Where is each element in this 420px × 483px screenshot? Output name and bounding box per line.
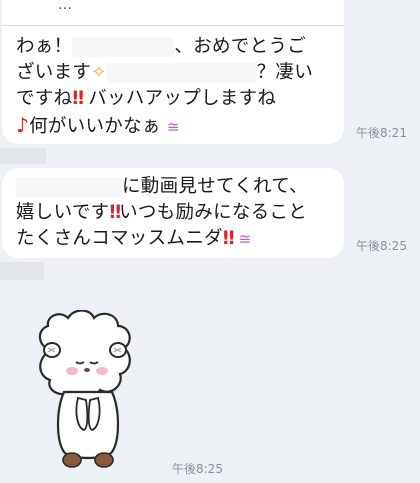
message-text-segment: バッハアップしますね [82,88,277,109]
message-text-segment: ですね [16,88,73,109]
smile-face-icon: ≅ [166,118,180,136]
message-bubble[interactable]: に動画見せてくれて、 嬉しいです‼いつも励みになること たくさんコマッスムニダ‼… [2,168,344,258]
quoted-message-preview[interactable]: … [2,0,344,26]
message-line: わぁ！ 、おめでとうご [16,34,313,60]
message-line: ですね‼ バッハアップしますね [16,86,313,112]
double-exclamation-icon: ‼ [72,88,84,109]
music-note-icon: ♪ [16,113,30,137]
message-bubble[interactable]: … わぁ！ 、おめでとうご ざいます✧ ？凄い ですね‼ バッハアップしますね ♪何… [2,0,344,144]
redacted-text [72,37,175,57]
message-timestamp: 午後8:25 [172,462,223,476]
sparkles-icon: ✧ [91,62,107,83]
message-text-segment: たくさんコマッスムニダ [16,228,223,249]
message-text-segment: わぁ！ [16,36,73,57]
message-line: たくさんコマッスムニダ‼ ≅ [16,226,308,252]
message-line: 嬉しいです‼いつも励みになること [16,200,308,226]
double-exclamation-icon: ‼ [222,228,235,249]
message-text-segment: いつも励みになること [119,202,308,223]
redacted-avatar-area [0,262,44,280]
redacted-text [16,177,122,197]
message-text-segment: に動画見せてくれて、 [122,176,308,197]
message-line: ざいます✧ ？凄い [16,60,313,86]
bear-bowing-sticker[interactable] [30,310,150,470]
message-timestamp: 午後8:25 [356,239,407,253]
message-text-segment: 、おめでとうご [174,36,307,57]
smile-face-icon: ≅ [238,230,252,248]
message-text-segment: 嬉しいです [16,202,110,223]
redacted-avatar-area [0,148,46,164]
message-timestamp: 午後8:21 [356,126,407,140]
message-text-segment: ざいます [16,62,92,83]
message-line: ♪何がいいかなぁ ≅ [16,112,313,138]
message-text: わぁ！ 、おめでとうご ざいます✧ ？凄い ですね‼ バッハアップしますね ♪何がい… [16,34,313,138]
message-text-segment: 何がいいかなぁ [29,116,161,137]
message-text-segment: ？凄い [256,62,313,83]
redacted-text [106,63,257,83]
double-exclamation-icon: ‼ [109,202,121,223]
preview-ellipsis: … [58,0,73,13]
message-text: に動画見せてくれて、 嬉しいです‼いつも励みになること たくさんコマッスムニダ‼… [16,174,308,252]
message-line: に動画見せてくれて、 [16,174,308,200]
